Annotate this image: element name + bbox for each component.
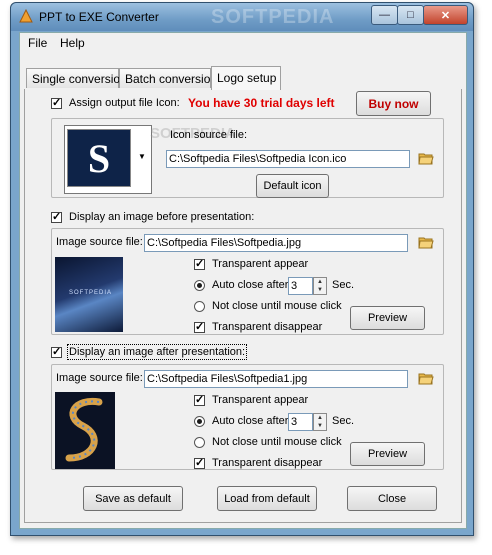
client-area: File Help Single conversion Batch conver… — [19, 32, 467, 529]
app-window: PPT to EXE Converter SOFTPEDIA — □ ✕ Fil… — [10, 2, 474, 536]
before-auto-close-label: Auto close after — [212, 279, 289, 291]
before-image-label: Display an image before presentation: — [69, 211, 255, 223]
before-source-input[interactable]: C:\Softpedia Files\Softpedia.jpg — [144, 234, 408, 252]
before-transparent-disappear-label: Transparent disappear — [212, 321, 323, 333]
chevron-down-icon[interactable]: ▼ — [138, 152, 146, 161]
icon-groupbox: S ▼ SOFTPEDIA Icon source file: C:\Softp… — [51, 118, 444, 198]
after-seconds-stepper[interactable]: ▲ ▼ — [313, 413, 327, 431]
after-auto-close-radio[interactable] — [194, 416, 205, 427]
browse-folder-icon[interactable] — [418, 151, 434, 165]
after-transparent-appear-label: Transparent appear — [212, 394, 309, 406]
before-image-checkbox[interactable] — [51, 210, 62, 223]
before-not-close-label: Not close until mouse click — [212, 300, 342, 312]
after-not-close-radio[interactable] — [194, 437, 205, 448]
close-window-button[interactable]: ✕ — [423, 5, 468, 25]
after-thumbnail — [55, 392, 115, 469]
swirl-s-icon — [65, 397, 103, 462]
close-button[interactable]: Close — [347, 486, 437, 511]
icon-source-input[interactable]: C:\Softpedia Files\Softpedia Icon.ico — [166, 150, 410, 168]
before-auto-close-radio[interactable] — [194, 280, 205, 291]
before-thumbnail: SOFTPEDIA — [55, 257, 123, 332]
after-image-checkbox[interactable] — [51, 345, 62, 358]
app-icon — [19, 9, 33, 23]
after-source-input[interactable]: C:\Softpedia Files\Softpedia1.jpg — [144, 370, 408, 388]
before-seconds-stepper[interactable]: ▲ ▼ — [313, 277, 327, 295]
spin-up-icon[interactable]: ▲ — [314, 414, 326, 422]
before-sec-label: Sec. — [332, 279, 355, 291]
before-transparent-appear-label: Transparent appear — [212, 258, 309, 270]
after-seconds-input[interactable]: 3 — [288, 413, 313, 431]
after-preview-button[interactable]: Preview — [350, 442, 425, 466]
spin-up-icon[interactable]: ▲ — [314, 278, 326, 286]
after-browse-folder-icon[interactable] — [418, 371, 434, 385]
before-seconds-input[interactable]: 3 — [288, 277, 313, 295]
assign-icon-checkbox[interactable] — [51, 96, 62, 109]
tab-logo-setup[interactable]: Logo setup — [211, 66, 281, 90]
after-auto-close-label: Auto close after — [212, 415, 289, 427]
maximize-icon: □ — [407, 9, 414, 21]
after-transparent-appear-checkbox[interactable] — [194, 393, 205, 406]
buy-now-button[interactable]: Buy now — [356, 91, 431, 116]
maximize-button[interactable]: □ — [397, 5, 424, 25]
minimize-button[interactable]: — — [371, 5, 398, 25]
close-icon: ✕ — [440, 9, 451, 22]
after-transparent-disappear-checkbox[interactable] — [194, 456, 205, 469]
before-transparent-disappear-checkbox[interactable] — [194, 320, 205, 333]
window-title: PPT to EXE Converter — [39, 10, 159, 24]
tab-batch-conversion[interactable]: Batch conversion — [119, 68, 217, 88]
menu-bar: File Help — [20, 33, 466, 53]
after-image-label: Display an image after presentation: — [66, 344, 248, 360]
title-bar[interactable]: PPT to EXE Converter SOFTPEDIA — □ ✕ — [11, 3, 473, 31]
icon-preview-letter: S — [87, 135, 111, 181]
icon-preview-image: S — [67, 129, 131, 187]
menu-file[interactable]: File — [28, 36, 47, 50]
before-transparent-appear-checkbox[interactable] — [194, 257, 205, 270]
default-icon-button[interactable]: Default icon — [256, 174, 329, 198]
before-browse-folder-icon[interactable] — [418, 235, 434, 249]
logo-setup-panel: Assign output file Icon: You have 30 tri… — [24, 89, 462, 523]
after-transparent-disappear-label: Transparent disappear — [212, 457, 323, 469]
spin-down-icon[interactable]: ▼ — [314, 422, 326, 430]
load-from-default-button[interactable]: Load from default — [217, 486, 317, 511]
spin-down-icon[interactable]: ▼ — [314, 286, 326, 294]
after-source-label: Image source file: — [56, 372, 143, 384]
before-groupbox: Image source file: C:\Softpedia Files\So… — [51, 228, 444, 335]
after-sec-label: Sec. — [332, 415, 355, 427]
icon-source-label: Icon source file: — [170, 129, 248, 141]
save-as-default-button[interactable]: Save as default — [83, 486, 183, 511]
before-source-label: Image source file: — [56, 236, 143, 248]
before-thumbnail-text: SOFTPEDIA — [69, 290, 113, 296]
minimize-icon: — — [379, 9, 390, 21]
after-not-close-label: Not close until mouse click — [212, 436, 342, 448]
icon-preview-dropdown[interactable]: S ▼ — [64, 125, 152, 194]
title-watermark: SOFTPEDIA — [211, 6, 335, 28]
before-not-close-radio[interactable] — [194, 301, 205, 312]
before-preview-button[interactable]: Preview — [350, 306, 425, 330]
tab-single-conversion[interactable]: Single conversion — [26, 68, 127, 88]
assign-icon-label: Assign output file Icon: — [69, 97, 180, 109]
after-groupbox: Image source file: C:\Softpedia Files\So… — [51, 364, 444, 470]
menu-help[interactable]: Help — [60, 36, 85, 50]
trial-notice: You have 30 trial days left — [188, 96, 335, 110]
